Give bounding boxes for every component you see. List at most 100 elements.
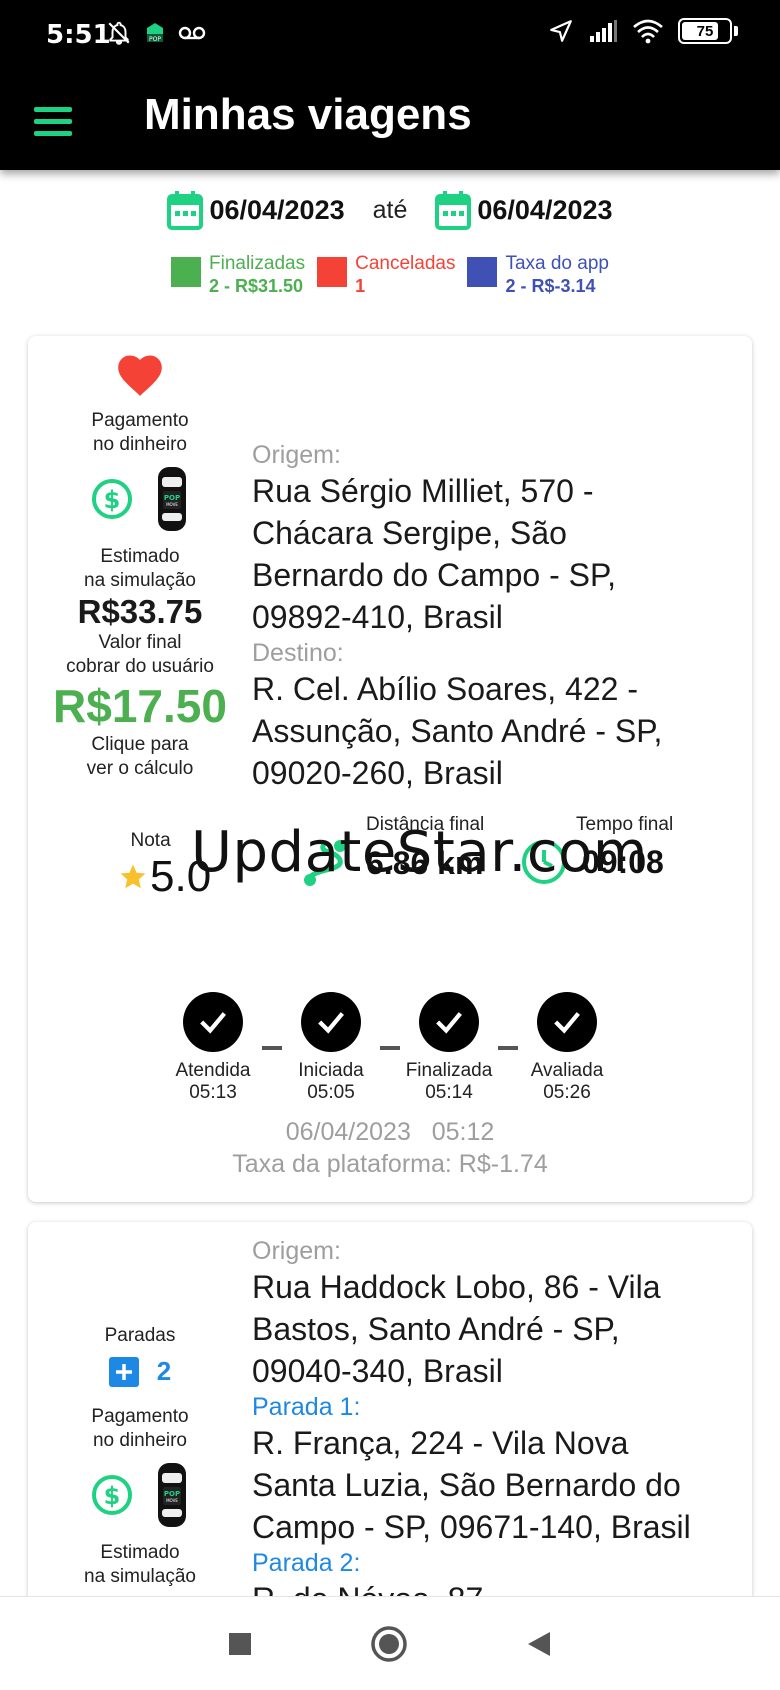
legend-finalizadas: Finalizadas 2 - R$31.50	[171, 253, 305, 297]
recents-button[interactable]	[228, 1632, 252, 1656]
app-notification-icon: POP	[147, 23, 163, 43]
origin-line: Rua Sérgio Milliet, 570 -	[252, 473, 594, 509]
watermark: UpdateStar.com	[191, 820, 648, 885]
start-date: 06/04/2023	[209, 194, 345, 225]
notifications-off-icon	[108, 21, 130, 45]
calendar-icon	[435, 191, 472, 230]
stop1-label: Parada 1:	[252, 1393, 361, 1421]
car-icon: POPMOVE	[158, 1463, 186, 1527]
step-name: Iniciada	[298, 1060, 364, 1081]
origin-line: Rua Haddock Lobo, 86 - Vila	[252, 1269, 661, 1305]
estimate-value: R$33.75	[77, 593, 203, 630]
stop2-label: Parada 2:	[252, 1549, 361, 1577]
payment-label: Pagamento	[91, 1406, 189, 1427]
step-atendida: Atendida 05:13	[164, 992, 262, 1104]
page-title: Minhas viagens	[144, 90, 472, 139]
location-icon	[550, 20, 572, 42]
legend-canceladas: Canceladas 1	[317, 253, 455, 297]
trip-hour: 05:12	[431, 1118, 495, 1146]
status-legend: Finalizadas 2 - R$31.50 Canceladas 1 Tax…	[0, 253, 780, 297]
svg-text:$: $	[104, 1482, 121, 1510]
legend-value: 2 - R$31.50	[209, 276, 304, 296]
end-date-picker[interactable]: 06/04/2023	[435, 190, 613, 230]
final-value[interactable]: R$17.50	[28, 679, 252, 733]
battery-level: 75	[696, 22, 714, 40]
destination-line: Assunção, Santo André - SP,	[252, 713, 663, 749]
platform-fee: Taxa da plataforma: R$-1.74	[232, 1150, 548, 1178]
menu-icon[interactable]	[34, 100, 76, 142]
step-iniciada: Iniciada 05:05	[282, 992, 380, 1104]
check-icon	[183, 992, 243, 1052]
cash-icon: $	[92, 1475, 132, 1515]
destination-label: Destino:	[252, 639, 344, 667]
stop1-line: R. França, 224 - Vila Nova	[252, 1425, 629, 1461]
step-avaliada: Avaliada 05:26	[518, 992, 616, 1104]
signal-icon	[590, 20, 617, 42]
home-button[interactable]	[370, 1625, 408, 1663]
final-label: Valor final	[98, 632, 182, 653]
trip-card[interactable]: Pagamento no dinheiro $ POP MOVE Estimado…	[28, 336, 752, 1202]
estimate-label: Estimado	[100, 546, 180, 567]
system-nav-bar	[0, 1596, 780, 1690]
legend-label: Taxa do app	[505, 253, 609, 274]
legend-swatch	[317, 257, 348, 287]
calendar-icon	[167, 191, 204, 230]
legend-label: Canceladas	[355, 253, 456, 274]
trip-summary: Pagamento no dinheiro $ POP MOVE Estimado…	[28, 350, 252, 781]
origin-line: 09040-340, Brasil	[252, 1353, 503, 1389]
trip-addresses: Origem: Rua Sérgio Milliet, 570 - Chácar…	[252, 440, 732, 794]
svg-text:POP: POP	[164, 1490, 180, 1498]
step-connector	[380, 1046, 400, 1050]
end-date: 06/04/2023	[477, 194, 613, 225]
stop1-line: Santa Luzia, São Bernardo do	[252, 1467, 681, 1503]
step-name: Avaliada	[530, 1060, 604, 1081]
payment-label: no dinheiro	[92, 434, 188, 455]
stop1-line: Campo - SP, 09671-140, Brasil	[252, 1509, 691, 1545]
legend-taxa-app: Taxa do app 2 - R$-3.14	[467, 253, 609, 297]
estimate-label: na simulação	[84, 570, 196, 591]
svg-text:MOVE: MOVE	[166, 502, 178, 507]
step-time: 05:26	[543, 1082, 591, 1103]
trip-timeline: Atendida 05:13 Iniciada 05:05 Finalizada…	[28, 992, 752, 1104]
calc-link[interactable]: Clique para	[28, 733, 252, 757]
voicemail-icon	[178, 26, 206, 40]
step-time: 05:14	[425, 1082, 473, 1103]
check-icon	[537, 992, 597, 1052]
trip-datetime: 06/04/2023 05:12	[28, 1118, 752, 1147]
car-icon: POPMOVE	[158, 467, 186, 531]
date-separator: até	[372, 195, 408, 224]
step-name: Finalizada	[405, 1060, 493, 1081]
payment-label: no dinheiro	[92, 1430, 188, 1451]
check-icon	[301, 992, 361, 1052]
status-icons-right: 75	[548, 18, 738, 44]
status-icons-left: POP	[106, 20, 206, 46]
trip-summary: Paradas 2 Pagamento no dinheiro $ POP MOV…	[28, 1324, 252, 1589]
start-date-picker[interactable]: 06/04/2023	[167, 190, 345, 230]
step-connector	[262, 1046, 282, 1050]
battery-icon: 75	[678, 18, 732, 44]
circle-icon	[371, 1625, 407, 1662]
payment-label: Pagamento	[91, 410, 189, 431]
calc-link[interactable]: ver o cálculo	[28, 757, 252, 781]
back-button[interactable]	[526, 1630, 552, 1658]
plus-icon	[108, 1356, 139, 1387]
step-connector	[498, 1046, 518, 1050]
origin-line: 09892-410, Brasil	[252, 599, 503, 635]
step-finalizada: Finalizada 05:14	[400, 992, 498, 1104]
status-bar: 5:51 POP 75	[0, 0, 780, 72]
svg-text:MOVE: MOVE	[166, 1498, 178, 1503]
step-time: 05:05	[307, 1082, 355, 1103]
date-range: 06/04/2023 até 06/04/2023	[0, 190, 780, 230]
heart-icon[interactable]	[113, 350, 167, 398]
estimate-label: na simulação	[84, 1566, 196, 1587]
origin-line: Chácara Sergipe, São	[252, 515, 567, 551]
destination-line: R. Cel. Abílio Soares, 422 -	[252, 671, 638, 707]
legend-label: Finalizadas	[209, 253, 306, 274]
step-time: 05:13	[189, 1082, 237, 1103]
stops-count: 2	[156, 1356, 172, 1386]
origin-label: Origem:	[252, 1237, 341, 1265]
origin-line: Bernardo do Campo - SP,	[252, 557, 617, 593]
origin-line: Bastos, Santo André - SP,	[252, 1311, 620, 1347]
legend-value: 1	[355, 276, 366, 296]
estimate-label: Estimado	[100, 1542, 180, 1563]
